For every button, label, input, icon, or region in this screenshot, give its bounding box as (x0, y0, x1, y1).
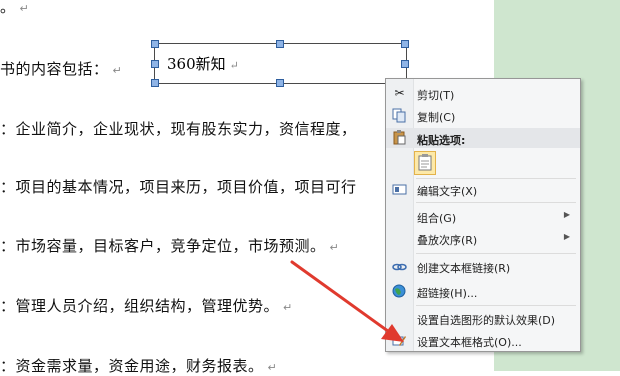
annotation-arrow (290, 260, 404, 342)
annotation-arrow-head (381, 324, 404, 342)
annotation-arrow-line (290, 260, 394, 336)
